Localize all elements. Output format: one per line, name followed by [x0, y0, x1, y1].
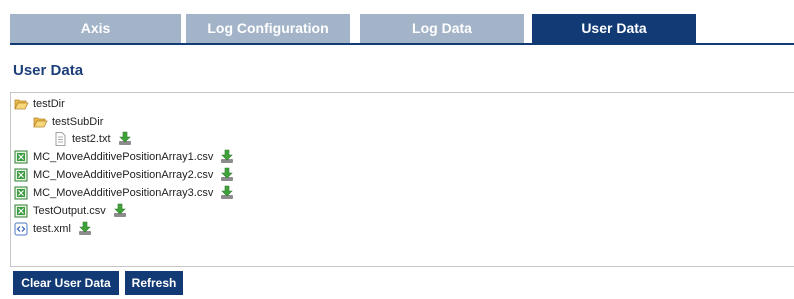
- refresh-button[interactable]: Refresh: [125, 271, 183, 295]
- tree-node-test2-txt[interactable]: test2.txt: [53, 131, 133, 147]
- tree-node-label: MC_MoveAdditivePositionArray2.csv: [33, 169, 214, 181]
- csv-file-icon: [14, 168, 29, 182]
- download-icon[interactable]: [117, 131, 133, 147]
- tab-underline: [10, 43, 794, 45]
- clear-user-data-button[interactable]: Clear User Data: [13, 271, 119, 295]
- tree-node-label: testDir: [33, 98, 65, 110]
- tree-node-array1-csv[interactable]: MC_MoveAdditivePositionArray1.csv: [14, 149, 235, 165]
- text-file-icon: [53, 132, 68, 146]
- tree-node-array2-csv[interactable]: MC_MoveAdditivePositionArray2.csv: [14, 167, 235, 183]
- tree-node-label: MC_MoveAdditivePositionArray3.csv: [33, 187, 214, 199]
- tab-bar: Axis Log Configuration Log Data User Dat…: [10, 14, 794, 44]
- tree-node-test-xml[interactable]: test.xml: [14, 221, 93, 237]
- tab-user-data[interactable]: User Data: [532, 14, 696, 43]
- folder-open-icon: [33, 115, 48, 129]
- csv-file-icon: [14, 186, 29, 200]
- tab-axis[interactable]: Axis: [10, 14, 181, 43]
- tab-log-configuration[interactable]: Log Configuration: [186, 14, 350, 43]
- tree-node-array3-csv[interactable]: MC_MoveAdditivePositionArray3.csv: [14, 185, 235, 201]
- xml-file-icon: [14, 222, 29, 236]
- download-icon[interactable]: [219, 149, 235, 165]
- download-icon[interactable]: [77, 221, 93, 237]
- file-tree-panel[interactable]: testDir testSubDir test2.txt MC_MoveAddi…: [10, 92, 794, 267]
- csv-file-icon: [14, 204, 29, 218]
- folder-open-icon: [14, 97, 29, 111]
- download-icon[interactable]: [219, 167, 235, 183]
- download-icon[interactable]: [219, 185, 235, 201]
- tree-node-label: test.xml: [33, 223, 71, 235]
- tree-node-label: TestOutput.csv: [33, 205, 106, 217]
- tree-node-testdir[interactable]: testDir: [14, 96, 65, 112]
- tab-log-data[interactable]: Log Data: [360, 14, 524, 43]
- download-icon[interactable]: [112, 203, 128, 219]
- tree-node-testoutput-csv[interactable]: TestOutput.csv: [14, 203, 128, 219]
- csv-file-icon: [14, 150, 29, 164]
- page-title: User Data: [13, 62, 84, 79]
- tree-node-label: MC_MoveAdditivePositionArray1.csv: [33, 151, 214, 163]
- tree-node-label: test2.txt: [72, 133, 111, 145]
- tree-node-testsubdir[interactable]: testSubDir: [33, 114, 103, 130]
- tree-node-label: testSubDir: [52, 116, 104, 128]
